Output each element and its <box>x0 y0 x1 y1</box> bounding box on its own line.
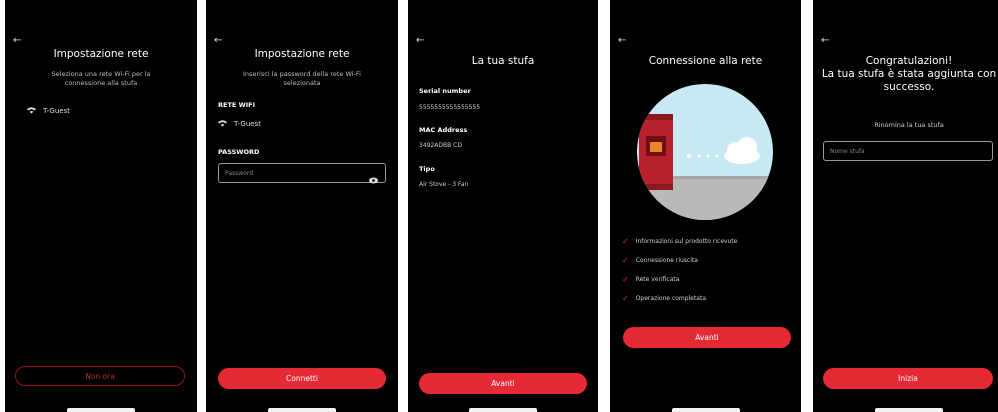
type-value: Air Stove - 3 Fan <box>419 181 469 188</box>
check-icon: ✓ <box>622 256 629 265</box>
start-button[interactable]: Inizia <box>823 368 993 389</box>
home-indicator <box>469 408 537 412</box>
network-name: T-Guest <box>234 120 261 128</box>
screen-network-select: ← Impostazione rete Seleziona una rete W… <box>5 0 197 412</box>
next-button[interactable]: Avanti <box>623 327 791 348</box>
password-input[interactable]: Password <box>218 163 386 183</box>
home-indicator <box>671 408 740 412</box>
success-message-line2: successo. <box>883 81 935 93</box>
type-label: Tipo <box>419 165 435 173</box>
stove-name-placeholder: Nome stufa <box>830 147 865 155</box>
check-icon: ✓ <box>622 294 629 303</box>
mac-value: 3492ADBB CD <box>419 142 462 149</box>
stove-name-input[interactable]: Nome stufa <box>823 141 993 161</box>
back-arrow-icon[interactable]: ← <box>13 36 21 46</box>
step-item: ✓ Rete verificata <box>622 275 679 284</box>
back-arrow-icon[interactable]: ← <box>821 36 829 46</box>
back-arrow-icon[interactable]: ← <box>214 36 222 46</box>
eye-icon[interactable] <box>369 169 378 188</box>
check-icon: ✓ <box>622 275 629 284</box>
selected-network: T-Guest <box>218 119 261 129</box>
page-subtitle: Inserisci la password della rete Wi-Fi s… <box>243 70 361 87</box>
success-title: Congratulazioni! <box>865 55 953 67</box>
back-arrow-icon[interactable]: ← <box>618 36 626 46</box>
home-indicator <box>67 408 135 412</box>
wifi-icon <box>27 106 36 116</box>
page-title: Impostazione rete <box>53 48 149 60</box>
screen-network-password: ← Impostazione rete Inserisci la passwor… <box>206 0 398 412</box>
connect-button[interactable]: Connetti <box>218 368 386 389</box>
serial-label: Serial number <box>419 87 471 95</box>
home-indicator <box>875 408 943 412</box>
next-button[interactable]: Avanti <box>419 373 587 394</box>
success-message-line1: La tua stufa è stata aggiunta con <box>821 68 997 80</box>
step-label: Operazione completata <box>635 295 706 302</box>
page-title: La tua stufa <box>471 55 535 67</box>
step-item: ✓ Connessione riuscita <box>622 256 698 265</box>
step-item: ✓ Informazioni sul prodotto ricevute <box>622 237 737 246</box>
back-arrow-icon[interactable]: ← <box>416 36 424 46</box>
page-title: Connessione alla rete <box>648 55 763 67</box>
network-name: T-Guest <box>43 107 70 115</box>
screen-stove-info: ← La tua stufa Serial number 55555555555… <box>408 0 598 412</box>
rename-label: Rinomina la tua stufa <box>874 121 944 129</box>
network-item[interactable]: T-Guest <box>27 106 70 116</box>
step-label: Connessione riuscita <box>635 257 698 264</box>
serial-value: 5555555555555555 <box>419 104 481 111</box>
password-label: PASSWORD <box>218 148 260 156</box>
check-icon: ✓ <box>622 237 629 246</box>
step-label: Rete verificata <box>635 276 680 283</box>
wifi-icon <box>218 119 227 129</box>
network-label: RETE WIFI <box>218 101 256 109</box>
page-title: Impostazione rete <box>254 48 350 60</box>
page-subtitle: Seleziona una rete Wi-Fi per la connessi… <box>51 70 151 87</box>
step-item: ✓ Operazione completata <box>622 294 706 303</box>
mac-label: MAC Address <box>419 126 468 134</box>
password-placeholder: Password <box>225 169 254 177</box>
step-label: Informazioni sul prodotto ricevute <box>635 238 738 245</box>
screen-network-connection: ← Connessione alla rete ✓ Informazioni s… <box>610 0 801 412</box>
not-now-button[interactable]: Non ora <box>15 366 185 386</box>
screen-success: ← Congratulazioni! La tua stufa è stata … <box>813 0 998 412</box>
home-indicator <box>268 408 336 412</box>
stove-to-cloud-illustration <box>637 84 773 224</box>
